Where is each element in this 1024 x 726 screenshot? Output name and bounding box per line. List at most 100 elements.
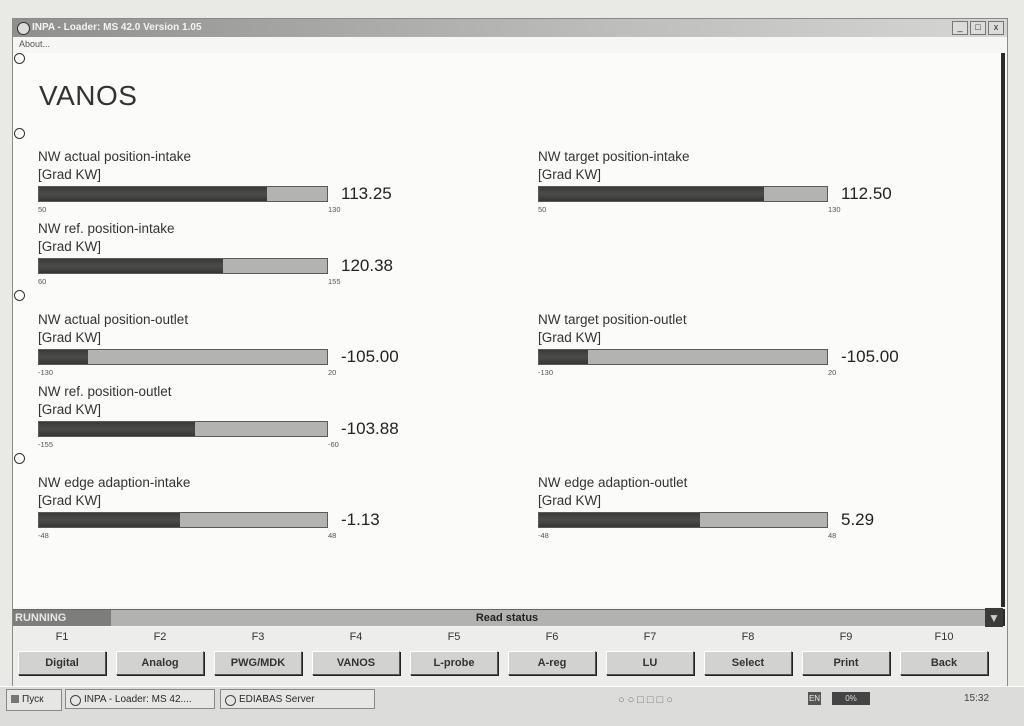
- vanos-button[interactable]: VANOS: [312, 651, 400, 675]
- language-indicator[interactable]: EN: [808, 692, 821, 705]
- gauge-max: -60: [328, 440, 339, 449]
- gauge-bar: [538, 512, 828, 528]
- a-reg-button[interactable]: A-reg: [508, 651, 596, 675]
- status-bar: Read status RUNNING ▼: [13, 608, 1005, 628]
- fkey-label: F5: [447, 631, 461, 643]
- gauge-value: 120.38: [341, 256, 393, 275]
- vanos-panel: VANOS NW actual position-intake [Grad KW…: [13, 53, 1005, 607]
- gauge-value: 113.25: [341, 184, 392, 203]
- l-probe-button[interactable]: L-probe: [410, 651, 498, 675]
- fkey-label: F4: [349, 631, 363, 643]
- window-controls: _ □ x: [952, 21, 1004, 35]
- gauge-fill: [539, 350, 588, 364]
- taskbar-task-ediabas[interactable]: EDIABAS Server: [220, 689, 375, 709]
- task-label: INPA - Loader: MS 42....: [84, 694, 192, 705]
- fkey-f7: F7 LU: [606, 627, 694, 675]
- section-marker: [14, 128, 25, 139]
- gauge-unit: [Grad KW]: [38, 493, 102, 508]
- section-marker: [14, 453, 25, 464]
- menu-about[interactable]: About...: [19, 37, 50, 51]
- fkey-f1: F1 Digital: [18, 627, 106, 675]
- gauge-nw-ref-outlet: NW ref. position-outlet [Grad KW] -103.8…: [38, 383, 498, 453]
- gauge-min: -48: [538, 531, 549, 540]
- task-label: EDIABAS Server: [239, 694, 315, 705]
- gauge-fill: [39, 259, 224, 273]
- fkey-label: F9: [839, 631, 853, 643]
- taskbar-task-inpa[interactable]: INPA - Loader: MS 42....: [65, 689, 215, 709]
- gauge-max: 48: [328, 531, 337, 540]
- gauge-max: 130: [828, 205, 841, 214]
- start-button[interactable]: Пуск: [6, 689, 62, 711]
- gauge-min: -130: [38, 368, 54, 377]
- clock: 15:32: [964, 693, 990, 704]
- fkey-label: F1: [55, 631, 69, 643]
- gauge-bar: [38, 258, 328, 274]
- gauge-max: 20: [828, 368, 837, 377]
- print-button[interactable]: Print: [802, 651, 890, 675]
- section-marker: [14, 53, 25, 64]
- ediabas-task-icon: [225, 695, 236, 706]
- gauge-fill: [39, 187, 267, 201]
- gauge-min: -48: [38, 531, 49, 540]
- window-title: INPA - Loader: MS 42.0 Version 1.05: [32, 22, 202, 33]
- gauge-nw-target-outlet: NW target position-outlet [Grad KW] -105…: [538, 311, 998, 381]
- gauge-label: NW edge adaption-intake: [38, 475, 191, 490]
- section-marker: [14, 290, 25, 301]
- fkey-f4: F4 VANOS: [312, 627, 400, 675]
- title-bar[interactable]: INPA - Loader: MS 42.0 Version 1.05 _ □ …: [13, 19, 1007, 37]
- fkey-f6: F6 A-reg: [508, 627, 596, 675]
- gauge-min: 50: [38, 205, 47, 214]
- gauge-min: 50: [538, 205, 547, 214]
- gauge-bar: [38, 421, 328, 437]
- fkey-f10: F10 Back: [900, 627, 988, 675]
- digital-button[interactable]: Digital: [18, 651, 106, 675]
- gauge-min: -130: [538, 368, 554, 377]
- inpa-task-icon: [70, 695, 81, 706]
- fkey-f2: F2 Analog: [116, 627, 204, 675]
- gauge-nw-target-intake: NW target position-intake [Grad KW] 112.…: [538, 148, 998, 218]
- gauge-unit: [Grad KW]: [38, 330, 102, 345]
- gauge-bar: [38, 349, 328, 365]
- gauge-value: 5.29: [841, 510, 875, 529]
- status-badge: RUNNING: [13, 610, 111, 626]
- gauge-label: NW actual position-outlet: [38, 312, 189, 327]
- battery-indicator[interactable]: 0%: [832, 692, 870, 705]
- gauge-bar: [538, 186, 828, 202]
- gauge-label: NW target position-outlet: [538, 312, 687, 327]
- lu-button[interactable]: LU: [606, 651, 694, 675]
- gauge-value: -1.13: [341, 510, 380, 529]
- menu-bar: About...: [13, 37, 1007, 51]
- minimize-button[interactable]: _: [952, 21, 968, 35]
- fkey-f3: F3 PWG/MDK: [214, 627, 302, 675]
- gauge-label: NW ref. position-intake: [38, 221, 175, 236]
- pwg-mdk-button[interactable]: PWG/MDK: [214, 651, 302, 675]
- gauge-value: -105.00: [341, 347, 399, 366]
- app-icon[interactable]: [17, 22, 30, 35]
- fkey-label: F6: [545, 631, 559, 643]
- gauge-fill: [39, 350, 88, 364]
- scroll-down-icon[interactable]: ▼: [985, 608, 1003, 628]
- gauge-unit: [Grad KW]: [538, 167, 602, 182]
- gauge-fill: [39, 513, 181, 527]
- restore-button[interactable]: □: [970, 21, 986, 35]
- gauge-max: 130: [328, 205, 341, 214]
- gauge-fill: [39, 422, 195, 436]
- fkey-label: F2: [153, 631, 167, 643]
- fkey-label: F3: [251, 631, 265, 643]
- fkey-f8: F8 Select: [704, 627, 792, 675]
- quick-launch-icons[interactable]: ○○□□□○: [618, 694, 676, 706]
- back-button[interactable]: Back: [900, 651, 988, 675]
- start-label: Пуск: [22, 694, 44, 705]
- select-button[interactable]: Select: [704, 651, 792, 675]
- gauge-nw-actual-outlet: NW actual position-outlet [Grad KW] -105…: [38, 311, 498, 381]
- close-button[interactable]: x: [988, 21, 1004, 35]
- inpa-window: INPA - Loader: MS 42.0 Version 1.05 _ □ …: [12, 18, 1008, 688]
- gauge-unit: [Grad KW]: [38, 402, 102, 417]
- status-message: Read status: [475, 612, 539, 624]
- gauge-value: -103.88: [341, 419, 399, 438]
- gauge-unit: [Grad KW]: [538, 330, 602, 345]
- gauge-min: -155: [38, 440, 54, 449]
- gauge-fill: [539, 513, 701, 527]
- fkey-f9: F9 Print: [802, 627, 890, 675]
- analog-button[interactable]: Analog: [116, 651, 204, 675]
